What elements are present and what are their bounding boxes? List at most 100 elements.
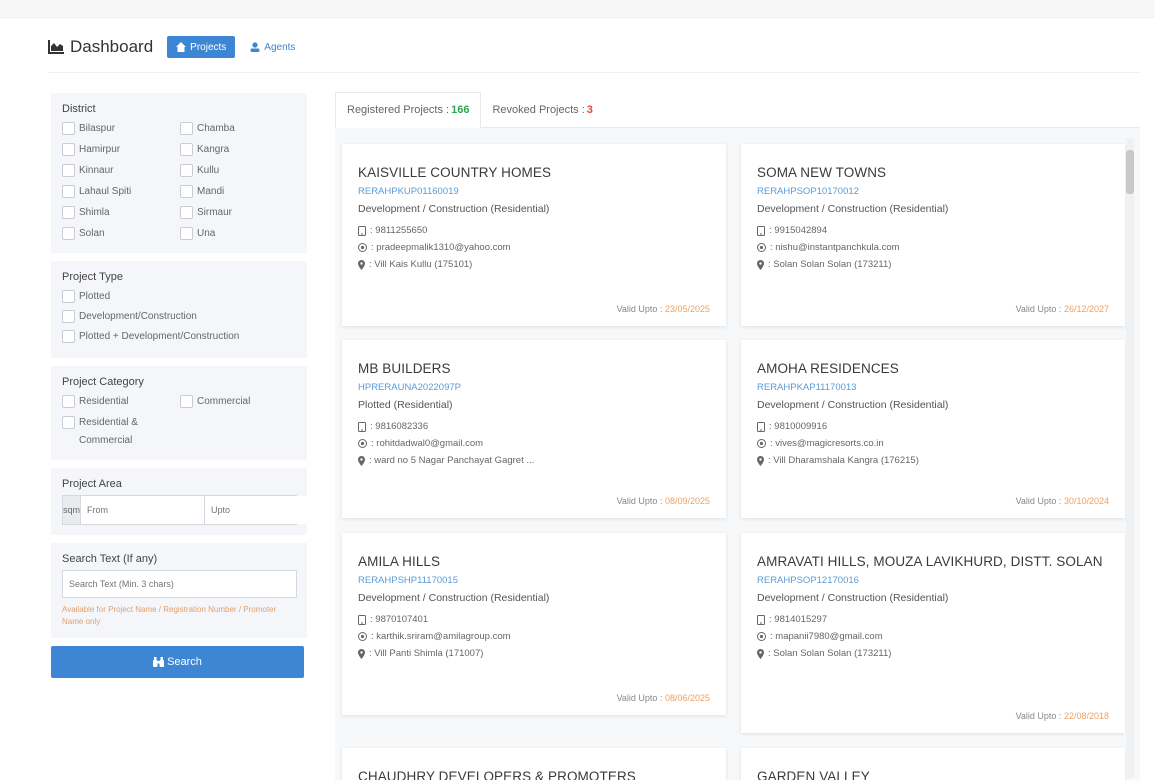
valid-date: 08/09/2025 (664, 496, 710, 506)
district-option[interactable]: Chamba (180, 120, 298, 138)
email-line: : rohitdadwal0@gmail.com (358, 435, 710, 452)
project-area-title: Project Area (62, 478, 122, 490)
project-type-option[interactable]: Plotted (62, 288, 297, 306)
valid-date: 23/05/2025 (664, 304, 710, 314)
checkbox[interactable] (180, 143, 193, 156)
project-card[interactable]: AMILA HILLS RERAHPSHP11170015 Developmen… (342, 533, 726, 715)
project-name: AMILA HILLS (358, 554, 441, 569)
district-option[interactable]: Mandi (180, 183, 298, 201)
project-card[interactable]: SOMA NEW TOWNS RERAHPSOP10170012 Develop… (741, 144, 1125, 326)
area-upto-input[interactable] (204, 496, 329, 524)
project-type-title: Project Type (62, 271, 123, 283)
checkbox[interactable] (180, 164, 193, 177)
project-category-option[interactable]: Commercial (180, 393, 298, 411)
project-card[interactable]: MB BUILDERS HPRERAUNA2022097P Plotted (R… (342, 340, 726, 518)
checkbox[interactable] (62, 290, 75, 303)
district-option[interactable]: Sirmaur (180, 204, 298, 222)
project-card[interactable]: AMRAVATI HILLS, MOUZA LAVIKHURD, DISTT. … (741, 533, 1125, 733)
project-name: SOMA NEW TOWNS (757, 165, 887, 180)
scrollbar-thumb[interactable] (1126, 150, 1134, 194)
district-option[interactable]: Kinnaur (62, 162, 180, 180)
map-marker-icon (358, 455, 365, 466)
registered-count: 166 (451, 104, 470, 116)
address-line: : Vill Dharamshala Kangra (176215) (757, 452, 1109, 469)
search-text-input[interactable] (62, 570, 297, 598)
at-icon (757, 632, 766, 641)
valid-upto: Valid Upto : 22/08/2018 (1015, 711, 1109, 721)
checkbox[interactable] (62, 164, 75, 177)
page-title: Dashboard (48, 37, 153, 57)
tab-revoked-projects[interactable]: Revoked Projects : 3 (481, 92, 603, 128)
checkbox[interactable] (62, 206, 75, 219)
project-area-filter: Project Area sqm (51, 468, 329, 535)
filter-sidebar: District Bilaspur Chamba Hamirpur Kangra… (51, 93, 329, 678)
project-category-filter: Project Category Residential Commercial … (51, 366, 307, 460)
project-name: AMOHA RESIDENCES (757, 361, 899, 376)
project-card[interactable]: GARDEN VALLEY (741, 748, 1125, 780)
email-line: : karthik.sriram@amilagroup.com (358, 628, 710, 645)
valid-upto: Valid Upto : 26/12/2027 (1015, 304, 1109, 314)
project-type: Development / Construction (Residential) (757, 203, 949, 215)
address-line: : Solan Solan Solan (173211) (757, 645, 1109, 662)
email-line: : vives@magicresorts.co.in (757, 435, 1109, 452)
projects-button-label: Projects (190, 41, 227, 53)
phone-icon (358, 614, 366, 625)
checkbox[interactable] (180, 206, 193, 219)
checkbox[interactable] (62, 330, 75, 343)
district-option[interactable]: Solan (62, 225, 180, 243)
project-type-option[interactable]: Plotted + Development/Construction (62, 328, 297, 346)
checkbox[interactable] (62, 227, 75, 240)
scrollbar[interactable] (1126, 138, 1134, 778)
tab-registered-projects[interactable]: Registered Projects : 166 (335, 91, 482, 129)
checkbox[interactable] (180, 395, 193, 408)
phone-icon (358, 421, 366, 432)
district-option[interactable]: Una (180, 225, 298, 243)
home-icon (176, 42, 187, 52)
agents-button[interactable]: Agents (241, 36, 304, 58)
project-card[interactable]: CHAUDHRY DEVELOPERS & PROMOTERS (342, 748, 726, 780)
checkbox[interactable] (62, 143, 75, 156)
checkbox[interactable] (62, 395, 75, 408)
registration-number[interactable]: RERAHPKAP11170013 (757, 379, 1109, 396)
registration-number[interactable]: HPRERAUNA2022097P (358, 379, 710, 396)
address-line: : Solan Solan Solan (173211) (757, 256, 1109, 273)
area-from-input[interactable] (81, 496, 205, 524)
checkbox[interactable] (62, 122, 75, 135)
registration-number[interactable]: RERAHPSOP12170016 (757, 572, 1109, 589)
at-icon (358, 243, 367, 252)
search-button[interactable]: Search (51, 646, 304, 678)
project-type: Development / Construction (Residential) (358, 592, 550, 604)
page-header: Dashboard Projects Agents (48, 33, 304, 61)
checkbox[interactable] (62, 310, 75, 323)
phone-line: : 9816082336 (358, 418, 710, 435)
address-line: : ward no 5 Nagar Panchayat Gagret ... (358, 452, 710, 469)
registration-number[interactable]: RERAHPSOP10170012 (757, 183, 1109, 200)
project-card[interactable]: AMOHA RESIDENCES RERAHPKAP11170013 Devel… (741, 340, 1125, 518)
project-category-option[interactable]: Residential (62, 393, 180, 411)
registration-number[interactable]: RERAHPSHP11170015 (358, 572, 710, 589)
checkbox[interactable] (180, 227, 193, 240)
project-card[interactable]: KAISVILLE COUNTRY HOMES RERAHPKUP0116001… (342, 144, 726, 326)
area-unit: sqm (63, 496, 82, 524)
checkbox[interactable] (180, 122, 193, 135)
checkbox[interactable] (180, 185, 193, 198)
district-option[interactable]: Shimla (62, 204, 180, 222)
district-option[interactable]: Bilaspur (62, 120, 180, 138)
at-icon (757, 243, 766, 252)
registration-number[interactable]: RERAHPKUP01160019 (358, 183, 710, 200)
checkbox[interactable] (62, 416, 75, 429)
district-option[interactable]: Kullu (180, 162, 298, 180)
checkbox[interactable] (62, 185, 75, 198)
project-category-title: Project Category (62, 376, 144, 388)
project-type-option[interactable]: Development/Construction (62, 308, 297, 326)
project-type: Development / Construction (Residential) (358, 203, 550, 215)
district-option[interactable]: Lahaul Spiti (62, 183, 180, 201)
phone-line: : 9814015297 (757, 611, 1109, 628)
valid-upto: Valid Upto : 30/10/2024 (1015, 496, 1109, 506)
email-line: : mapanii7980@gmail.com (757, 628, 1109, 645)
district-option[interactable]: Kangra (180, 141, 298, 159)
projects-button[interactable]: Projects (167, 36, 236, 58)
project-type-filter: Project Type Plotted Development/Constru… (51, 261, 307, 358)
district-option[interactable]: Hamirpur (62, 141, 180, 159)
project-category-option[interactable]: Residential & Commercial (62, 414, 180, 450)
